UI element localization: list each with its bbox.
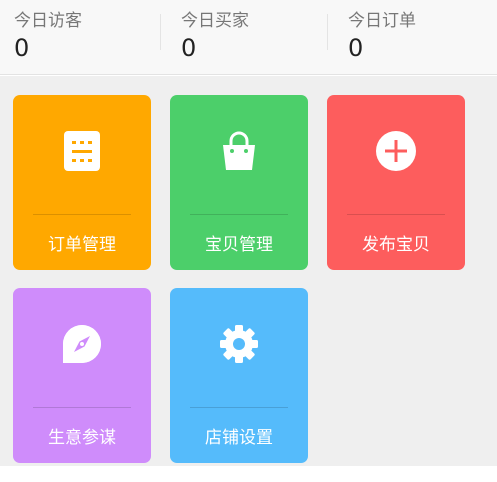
add-circle-icon	[376, 131, 416, 171]
order-list-icon	[64, 131, 100, 171]
stat-value: 0	[348, 34, 364, 62]
tile-label: 订单管理	[48, 235, 116, 255]
tile-divider	[347, 214, 445, 215]
tile-label: 店铺设置	[205, 428, 273, 448]
tile-label: 宝贝管理	[205, 235, 273, 255]
tile-label: 发布宝贝	[362, 235, 430, 255]
function-grid: 订单管理 宝贝管理 发布宝贝 生意参谋 店铺设置	[0, 76, 497, 466]
tile-label: 生意参谋	[48, 428, 116, 448]
gear-icon	[220, 325, 258, 363]
stat-value: 0	[181, 34, 197, 62]
tile-divider	[190, 214, 288, 215]
tile-divider	[190, 407, 288, 408]
stat-divider	[160, 14, 161, 50]
shopping-bag-icon	[223, 131, 255, 170]
stat-divider	[327, 14, 328, 50]
tile-business-advisor[interactable]: 生意参谋	[13, 288, 151, 463]
tile-publish-product[interactable]: 发布宝贝	[327, 95, 465, 270]
tile-order-management[interactable]: 订单管理	[13, 95, 151, 270]
tile-shop-settings[interactable]: 店铺设置	[170, 288, 308, 463]
stat-label: 今日访客	[14, 11, 82, 31]
stats-bar: 今日访客 0 今日买家 0 今日订单 0	[0, 0, 497, 75]
stat-value: 0	[14, 34, 30, 62]
stat-label: 今日订单	[348, 11, 416, 31]
compass-icon	[63, 325, 101, 363]
stat-label: 今日买家	[181, 11, 249, 31]
tile-divider	[33, 214, 131, 215]
tile-product-management[interactable]: 宝贝管理	[170, 95, 308, 270]
tile-divider	[33, 407, 131, 408]
